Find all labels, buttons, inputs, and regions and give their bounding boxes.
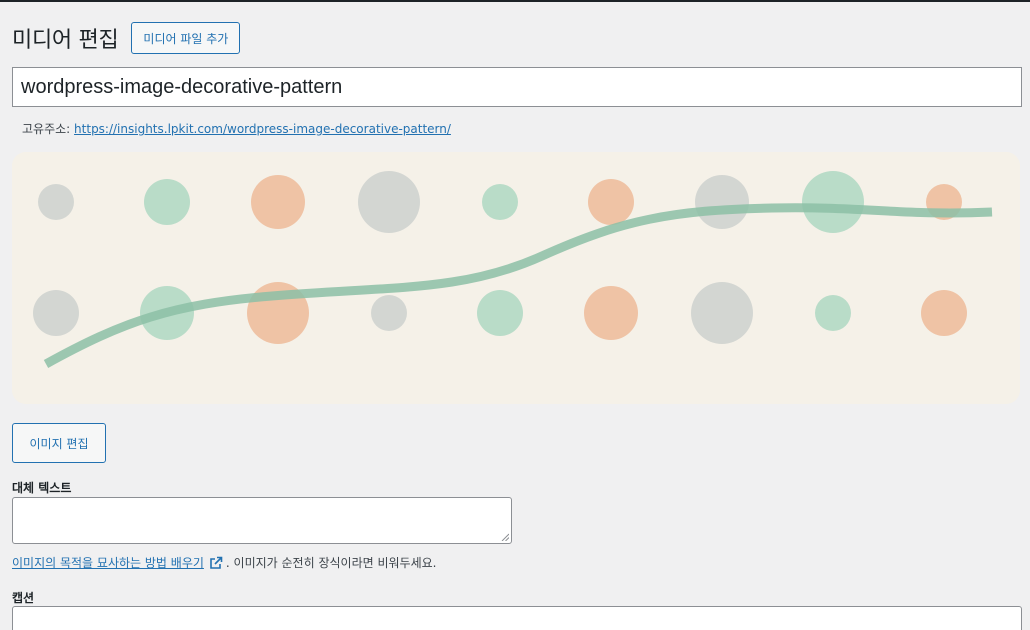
dot [477,290,523,336]
page-header: 미디어 편집 미디어 파일 추가 [12,22,241,54]
dot [815,295,851,331]
permalink: 고유주소: https://insights.lpkit.com/wordpre… [22,120,451,137]
caption-label: 캡션 [12,591,35,605]
dot [691,282,753,344]
image-preview [12,152,1020,404]
edit-image-button[interactable]: 이미지 편집 [12,423,106,463]
dot [38,184,74,220]
dot [482,184,518,220]
alt-text-help-link[interactable]: 이미지의 목적을 묘사하는 방법 배우기 [12,554,204,571]
caption-textarea[interactable] [12,606,1022,630]
resize-grip-icon[interactable] [501,533,509,541]
external-link-icon[interactable] [209,556,223,570]
dot [584,286,638,340]
decorative-pattern-image [12,152,1020,404]
dot [371,295,407,331]
dot [588,179,634,225]
permalink-label: 고유주소: [22,122,71,136]
dot [802,171,864,233]
dot [144,179,190,225]
dot [33,290,79,336]
add-media-button[interactable]: 미디어 파일 추가 [131,22,241,54]
dot [921,290,967,336]
permalink-link[interactable]: https://insights.lpkit.com/wordpress-ima… [74,122,451,136]
alt-text-help-text: . 이미지가 순전히 장식이라면 비워두세요. [225,556,437,570]
alt-text-help: 이미지의 목적을 묘사하는 방법 배우기 . 이미지가 순전히 장식이라면 비워… [12,554,436,571]
page-title: 미디어 편집 [12,28,119,53]
dot [695,175,749,229]
alt-text-label: 대체 텍스트 [12,481,72,495]
dot [251,175,305,229]
dot [358,171,420,233]
title-input[interactable]: wordpress-image-decorative-pattern [12,67,1022,107]
alt-text-textarea[interactable] [12,497,512,544]
